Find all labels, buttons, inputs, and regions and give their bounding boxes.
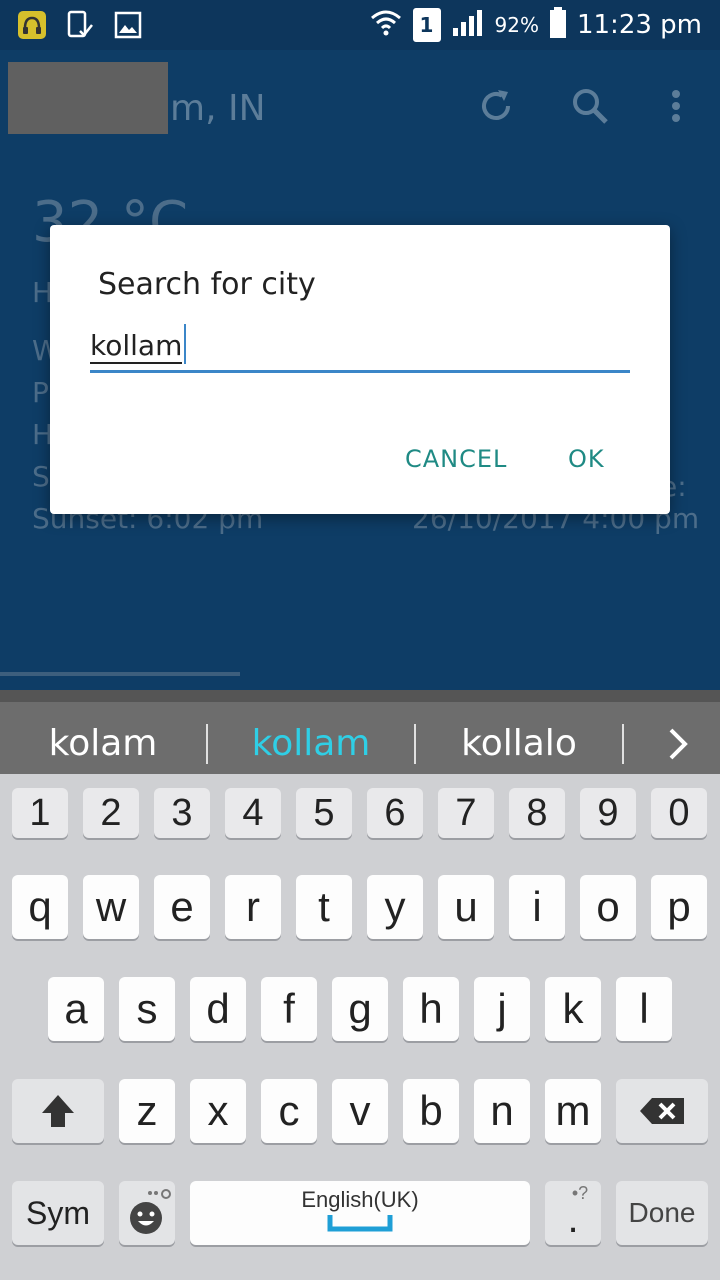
key-d[interactable]: d xyxy=(190,977,246,1041)
key-3[interactable]: 3 xyxy=(154,788,210,838)
key-4[interactable]: 4 xyxy=(225,788,281,838)
emoji-key[interactable] xyxy=(119,1181,175,1245)
done-key[interactable]: Done xyxy=(616,1181,708,1245)
key-s[interactable]: s xyxy=(119,977,175,1041)
clock: 11:23 pm xyxy=(576,10,702,40)
key-5[interactable]: 5 xyxy=(296,788,352,838)
key-w[interactable]: w xyxy=(83,875,139,939)
more-vert-icon[interactable] xyxy=(654,84,698,128)
key-x[interactable]: x xyxy=(190,1079,246,1143)
key-t[interactable]: t xyxy=(296,875,352,939)
suggestion-strip: kolam kollam kollalo xyxy=(0,690,720,774)
sim-slot-badge: 1 xyxy=(412,8,441,42)
suggestion-item-active[interactable]: kollam xyxy=(208,714,414,774)
text-caret xyxy=(184,324,187,364)
sym-key[interactable]: Sym xyxy=(12,1181,104,1245)
search-icon[interactable] xyxy=(568,84,612,128)
key-r[interactable]: r xyxy=(225,875,281,939)
divider xyxy=(0,672,240,676)
key-p[interactable]: p xyxy=(651,875,707,939)
key-n[interactable]: n xyxy=(474,1079,530,1143)
key-j[interactable]: j xyxy=(474,977,530,1041)
image-icon xyxy=(112,9,144,41)
cancel-button[interactable]: CANCEL xyxy=(405,445,507,473)
signal-icon xyxy=(451,8,485,42)
key-9[interactable]: 9 xyxy=(580,788,636,838)
city-search-input[interactable]: kollam xyxy=(90,324,630,373)
key-7[interactable]: 7 xyxy=(438,788,494,838)
key-o[interactable]: o xyxy=(580,875,636,939)
key-8[interactable]: 8 xyxy=(509,788,565,838)
key-y[interactable]: y xyxy=(367,875,423,939)
city-input-value: kollam xyxy=(90,329,183,364)
shift-key[interactable] xyxy=(12,1079,104,1143)
key-u[interactable]: u xyxy=(438,875,494,939)
key-h[interactable]: h xyxy=(403,977,459,1041)
detail-fragment: P xyxy=(32,376,49,409)
key-c[interactable]: c xyxy=(261,1079,317,1143)
key-k[interactable]: k xyxy=(545,977,601,1041)
key-g[interactable]: g xyxy=(332,977,388,1041)
backspace-key[interactable] xyxy=(616,1079,708,1143)
wifi-icon xyxy=(369,6,403,44)
device-check-icon xyxy=(64,9,96,41)
key-l[interactable]: l xyxy=(616,977,672,1041)
search-city-dialog: Search for city kollam CANCEL OK xyxy=(50,225,670,514)
key-b[interactable]: b xyxy=(403,1079,459,1143)
key-6[interactable]: 6 xyxy=(367,788,423,838)
key-v[interactable]: v xyxy=(332,1079,388,1143)
key-2[interactable]: 2 xyxy=(83,788,139,838)
detail-fragment: S xyxy=(32,460,50,493)
space-key[interactable]: English(UK) xyxy=(190,1181,530,1245)
refresh-icon[interactable] xyxy=(474,84,518,128)
battery-icon xyxy=(549,7,567,43)
emoji-settings-icon xyxy=(130,1189,171,1234)
battery-percent: 92% xyxy=(494,13,539,37)
redacted-area xyxy=(8,62,168,134)
period-key[interactable]: •? . xyxy=(545,1181,601,1245)
key-m[interactable]: m xyxy=(545,1079,601,1143)
key-i[interactable]: i xyxy=(509,875,565,939)
chevron-right-icon[interactable] xyxy=(640,714,716,774)
shift-icon xyxy=(42,1095,74,1127)
key-1[interactable]: 1 xyxy=(12,788,68,838)
location-title: m, IN xyxy=(170,88,266,129)
keyboard: 1 2 3 4 5 6 7 8 9 0 q w e r t y u i o p … xyxy=(0,774,720,1280)
suggestion-divider xyxy=(622,724,624,764)
key-q[interactable]: q xyxy=(12,875,68,939)
key-e[interactable]: e xyxy=(154,875,210,939)
suggestion-item[interactable]: kolam xyxy=(0,714,206,774)
dialog-title: Search for city xyxy=(98,267,316,302)
language-label: English(UK) xyxy=(301,1187,419,1212)
key-a[interactable]: a xyxy=(48,977,104,1041)
key-z[interactable]: z xyxy=(119,1079,175,1143)
key-f[interactable]: f xyxy=(261,977,317,1041)
key-0[interactable]: 0 xyxy=(651,788,707,838)
backspace-icon xyxy=(640,1098,684,1124)
period-key-label: . xyxy=(567,1196,579,1241)
space-bar-icon xyxy=(327,1215,393,1232)
status-bar: 1 92% 11:23 pm xyxy=(0,0,720,50)
suggestion-item[interactable]: kollalo xyxy=(416,714,622,774)
ok-button[interactable]: OK xyxy=(568,445,605,473)
headset-icon xyxy=(16,9,48,41)
